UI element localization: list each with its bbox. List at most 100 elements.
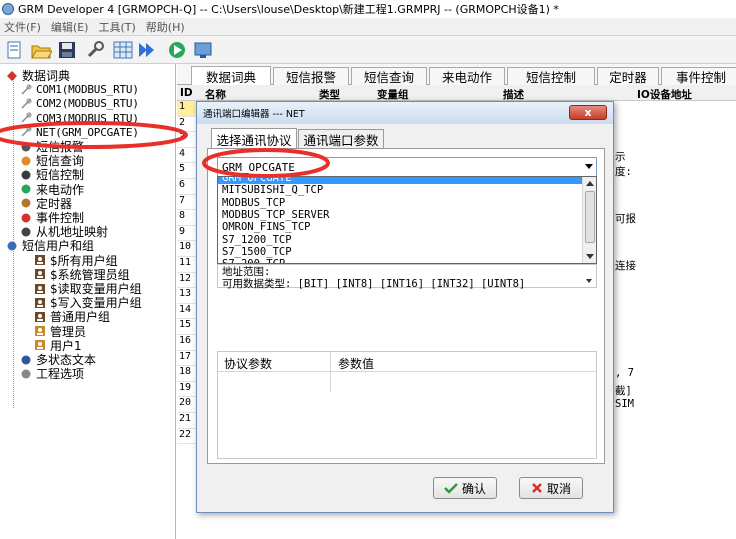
clock-icon	[20, 197, 32, 209]
new-file-icon[interactable]	[4, 39, 26, 61]
tree-item[interactable]: COM1(MODBUS_RTU)	[20, 82, 139, 97]
col-description: 描述	[503, 89, 524, 101]
tab-sms-alarm[interactable]: 短信报警	[273, 67, 349, 85]
info-data-types: 可用数据类型: [BIT] [INT8] [INT16] [INT32] [UI…	[222, 278, 526, 290]
tree-item[interactable]: 工程选项	[20, 366, 84, 381]
protocol-option[interactable]: MITSUBISHI_Q_TCP	[218, 184, 582, 196]
chevron-down-icon[interactable]	[585, 164, 593, 169]
scroll-thumb[interactable]	[585, 191, 595, 243]
menu-edit[interactable]: 编辑(E)	[51, 19, 89, 35]
info-scroll-down-icon[interactable]	[586, 279, 592, 283]
port-editor-dialog: 通讯端口编辑器 --- NET x 选择通讯协议 通讯端口参数 GRM_OPCG…	[196, 101, 614, 513]
dialog-title: 通讯端口编辑器 --- NET	[203, 109, 305, 120]
cancel-label: 取消	[546, 481, 571, 496]
tab-call-action[interactable]: 来电动作	[429, 67, 505, 85]
group-icon	[34, 283, 46, 295]
tab-select-protocol[interactable]: 选择通讯协议	[211, 128, 297, 150]
port-icon	[20, 98, 32, 110]
protocol-param-table: 协议参数 参数值	[217, 351, 597, 459]
tree-item[interactable]: COM2(MODBUS_RTU)	[20, 96, 139, 111]
users-icon	[6, 240, 18, 252]
protocol-option[interactable]: S7_1200_TCP	[218, 234, 582, 246]
user-icon	[34, 339, 46, 351]
compile-grid-icon[interactable]	[112, 39, 134, 61]
protocol-info: 地址范围: 可用数据类型: [BIT] [INT8] [INT16] [INT3…	[217, 264, 597, 290]
tab-timer[interactable]: 定时器	[597, 67, 659, 85]
param-value-header: 参数值	[338, 357, 375, 371]
diamond-red-icon	[6, 70, 18, 82]
protocol-option[interactable]: OMRON_FINS_TCP	[218, 221, 582, 233]
tree-item-label: COM1(MODBUS_RTU)	[36, 83, 139, 97]
protocol-option[interactable]: GRM_OPCGATE	[218, 177, 582, 185]
save-icon[interactable]	[56, 39, 78, 61]
download-arrow-icon[interactable]	[136, 39, 158, 61]
table-cell: SIM	[615, 398, 634, 411]
slave-map-icon	[20, 226, 32, 238]
table-cell: 示	[615, 150, 626, 163]
tree-item[interactable]: 数据词典	[6, 68, 70, 83]
group-icon	[34, 268, 46, 280]
scroll-up-icon[interactable]	[586, 181, 594, 186]
app-icon	[2, 3, 14, 15]
protocol-option[interactable]: MODBUS_TCP	[218, 197, 582, 209]
table-cell: 可报	[615, 213, 636, 226]
query-icon	[20, 155, 32, 167]
cancel-button[interactable]: 取消	[519, 477, 583, 499]
monitor-icon[interactable]	[192, 39, 214, 61]
menu-tools[interactable]: 工具(T)	[98, 19, 135, 35]
sms-control-icon	[20, 169, 32, 181]
window-title: GRM Developer 4 [GRMOPCH-Q] -- C:\Users\…	[18, 3, 559, 16]
table-cell: 截]	[615, 384, 632, 397]
ok-label: 确认	[461, 481, 486, 496]
protocol-panel: GRM_OPCGATE GRM_OPCGATE MITSUBISHI_Q_TCP M…	[207, 148, 605, 464]
param-column-divider	[330, 352, 331, 392]
tree-item-label: 工程选项	[36, 367, 85, 382]
user-icon	[34, 325, 46, 337]
protocol-option[interactable]: MODBUS_TCP_SERVER	[218, 209, 582, 221]
menu-file[interactable]: 文件(F)	[4, 19, 41, 35]
settings-wrench-icon[interactable]	[84, 39, 106, 61]
tree-item-label: COM2(MODBUS_RTU)	[36, 97, 139, 111]
phone-icon	[20, 183, 32, 195]
cross-icon	[532, 483, 542, 493]
protocol-option[interactable]: S7_1500_TCP	[218, 246, 582, 258]
port-icon	[20, 84, 32, 96]
text-icon	[20, 354, 32, 366]
tree-item-label: NET(GRM_OPCGATE)	[36, 125, 139, 139]
close-button[interactable]: x	[569, 105, 607, 120]
table-cell: 度:	[615, 166, 632, 179]
tree-item-label: COM3(MODBUS_RTU)	[36, 111, 139, 125]
open-folder-icon[interactable]	[30, 39, 53, 61]
col-io-address: IO设备地址	[637, 89, 692, 101]
run-icon[interactable]	[166, 39, 188, 61]
toolbar	[0, 36, 736, 64]
tab-sms-query[interactable]: 短信查询	[351, 67, 427, 85]
tab-data-dictionary[interactable]: 数据词典	[191, 66, 271, 86]
protocol-select[interactable]: GRM_OPCGATE	[217, 157, 597, 177]
check-icon	[444, 483, 458, 494]
group-icon	[34, 297, 46, 309]
table-cell: 连接	[615, 260, 636, 272]
menu-help[interactable]: 帮助(H)	[146, 19, 185, 35]
tree-item[interactable]: COM3(MODBUS_RTU)	[20, 111, 139, 126]
ok-button[interactable]: 确认	[433, 477, 497, 499]
col-id: ID	[180, 87, 193, 99]
col-name: 名称	[205, 89, 226, 101]
project-tree: 数据词典 COM1(MODBUS_RTU) COM2(MODBUS_RTU) COM3…	[0, 64, 176, 539]
tab-port-params[interactable]: 通讯端口参数	[298, 129, 384, 149]
col-var-group: 变量组	[377, 89, 409, 101]
close-icon: x	[584, 106, 592, 119]
tab-sms-control[interactable]: 短信控制	[507, 67, 595, 85]
param-name-header: 协议参数	[224, 357, 273, 371]
wrench-icon	[20, 368, 32, 380]
dropdown-scrollbar[interactable]	[582, 177, 596, 263]
param-table-header: 协议参数 参数值	[218, 352, 596, 372]
scroll-down-icon[interactable]	[586, 254, 594, 259]
table-cell: , 7	[615, 367, 634, 380]
protocol-dropdown-list: GRM_OPCGATE MITSUBISHI_Q_TCP MODBUS_TCP MOD…	[217, 176, 597, 264]
event-icon	[20, 212, 32, 224]
tab-event-control[interactable]: 事件控制	[661, 67, 736, 85]
dialog-title-bar: 通讯端口编辑器 --- NET x	[197, 102, 613, 124]
menu-bar: 文件(F) 编辑(E) 工具(T) 帮助(H)	[0, 18, 736, 36]
protocol-select-value: GRM_OPCGATE	[222, 160, 295, 174]
